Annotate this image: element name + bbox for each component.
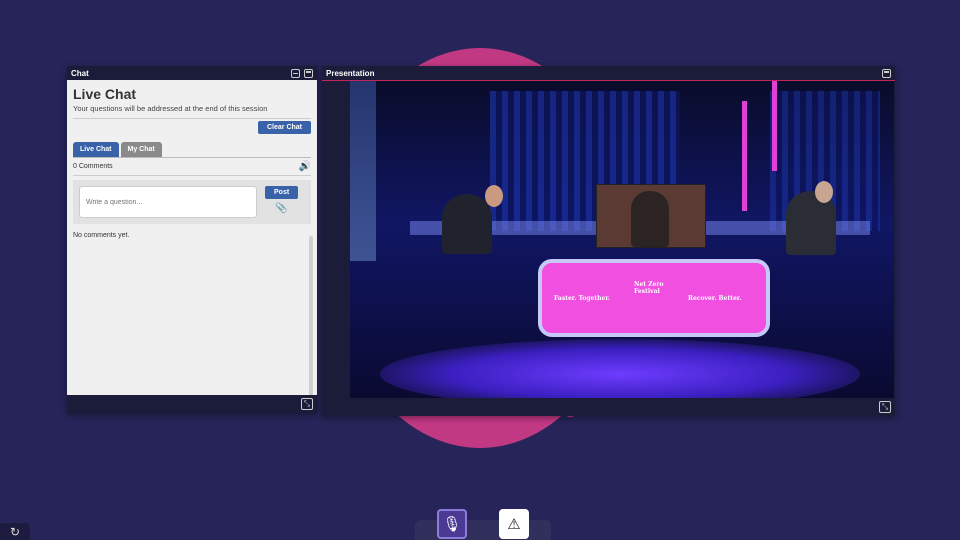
- presentation-panel-footer: ⤡: [322, 398, 895, 416]
- remote-guest: [631, 191, 669, 247]
- live-chat-subtitle: Your questions will be addressed at the …: [73, 104, 268, 113]
- host-left: [442, 194, 492, 254]
- host-right-head: [815, 181, 833, 203]
- compose-area: Post 📎: [73, 180, 311, 224]
- report-issue-button[interactable]: ⚠: [499, 509, 529, 539]
- maximize-icon[interactable]: [304, 68, 313, 78]
- question-input[interactable]: [79, 186, 257, 218]
- desk-text-center: Net Zero Festival: [634, 281, 664, 295]
- chat-panel-footer: ⤡: [67, 395, 317, 413]
- pink-light-bar: [742, 101, 747, 211]
- bottom-control-bar: [415, 520, 551, 540]
- microphone-button[interactable]: 🎙: [437, 509, 467, 539]
- studio-floor: [380, 339, 860, 399]
- post-button[interactable]: Post: [265, 186, 299, 199]
- chat-panel: Chat Live Chat Your questions will be ad…: [67, 66, 317, 413]
- maximize-icon[interactable]: [882, 68, 891, 78]
- chat-panel-header: Chat: [67, 66, 317, 80]
- pink-light-bar: [772, 81, 777, 171]
- clear-chat-button[interactable]: Clear Chat: [257, 121, 311, 134]
- tab-my-chat[interactable]: My Chat: [120, 142, 162, 157]
- remote-guest-monitor: [596, 184, 706, 248]
- warning-icon: ⚠: [507, 516, 521, 533]
- expand-icon[interactable]: ⤡: [301, 398, 313, 410]
- empty-state-text: No comments yet.: [73, 232, 130, 239]
- live-chat-title: Live Chat: [73, 86, 137, 102]
- speaker-icon[interactable]: 🔊: [299, 161, 311, 172]
- tab-live-chat[interactable]: Live Chat: [73, 142, 119, 157]
- minimize-icon[interactable]: [291, 68, 300, 78]
- refresh-button[interactable]: ↻: [0, 523, 30, 540]
- chat-panel-title: Chat: [71, 68, 89, 78]
- presentation-panel-header: Presentation: [322, 66, 895, 80]
- presentation-panel-title: Presentation: [326, 68, 375, 78]
- video-stream[interactable]: Faster. Together. Net Zero Festival Reco…: [350, 81, 894, 399]
- host-left-head: [485, 185, 503, 207]
- desk-text-right: Recover. Better.: [688, 295, 742, 302]
- studio-screen-left: [350, 81, 376, 261]
- studio-desk: Faster. Together. Net Zero Festival Reco…: [538, 259, 770, 337]
- comment-count: 0 Comments: [73, 163, 113, 170]
- desk-text-left: Faster. Together.: [554, 295, 611, 302]
- scrollbar[interactable]: [309, 236, 313, 396]
- paperclip-icon[interactable]: 📎: [275, 203, 287, 214]
- expand-icon[interactable]: ⤡: [879, 401, 891, 413]
- microphone-icon: 🎙: [442, 516, 462, 533]
- divider: [73, 118, 311, 119]
- chat-tabs: Live Chat My Chat: [73, 142, 311, 158]
- refresh-icon: ↻: [9, 524, 21, 539]
- presentation-panel: Presentation Faster. Together. Net Zero …: [322, 66, 895, 416]
